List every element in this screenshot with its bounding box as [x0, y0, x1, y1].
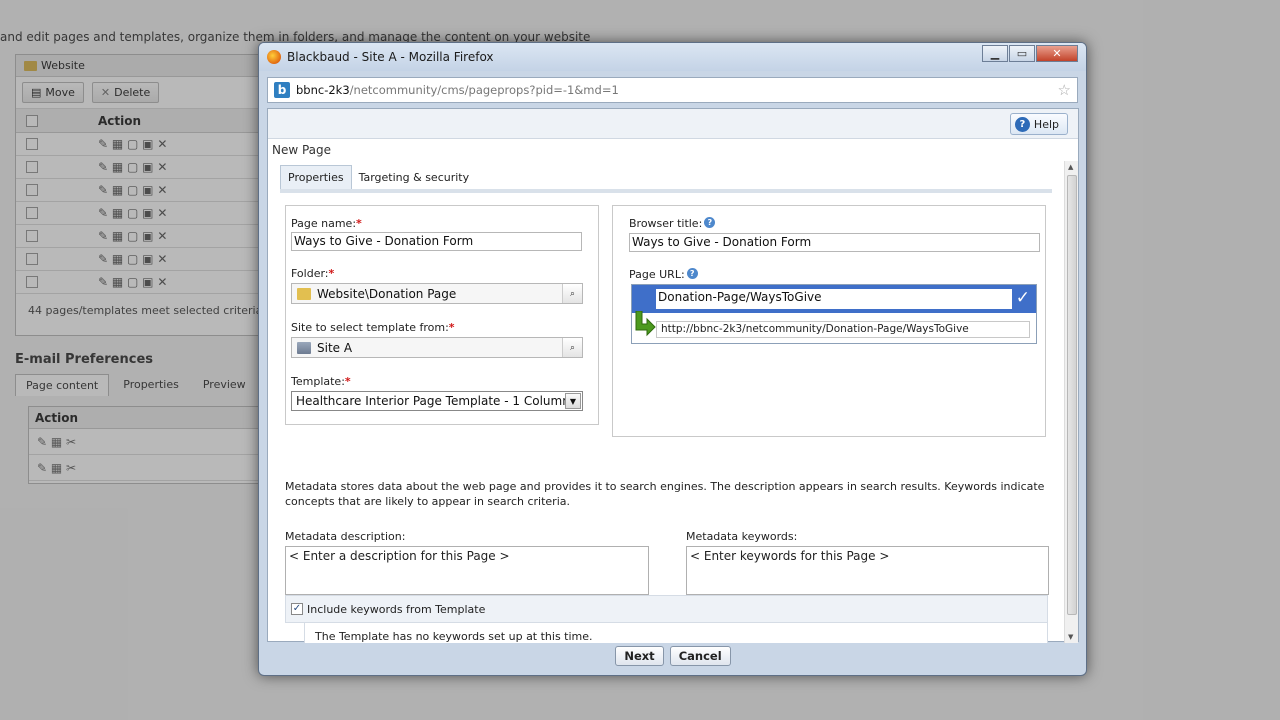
tab-targeting-security[interactable]: Targeting & security — [352, 166, 477, 189]
folder-icon — [297, 287, 311, 300]
template-label: Template:* — [291, 375, 351, 388]
help-icon: ? — [1014, 116, 1030, 132]
template-select[interactable]: Healthcare Interior Page Template - 1 Co… — [291, 391, 583, 411]
include-keywords-label[interactable]: Include keywords from Template — [307, 603, 485, 616]
page-url-section: Browser title:? Ways to Give - Donation … — [612, 205, 1046, 437]
page-title: New Page — [272, 143, 332, 157]
metadata-info-text: Metadata stores data about the web page … — [285, 480, 1045, 508]
window-title: Blackbaud - Site A - Mozilla Firefox — [287, 50, 494, 64]
checkmark-icon[interactable]: ✓ — [1016, 288, 1030, 308]
required-marker: * — [448, 321, 455, 334]
metadata-description-label: Metadata description: — [285, 530, 406, 543]
page-url-editor-bar: Donation-Page/WaysToGive ✓ — [632, 285, 1036, 313]
include-keywords-bar: ✓ Include keywords from Template — [285, 595, 1048, 623]
cancel-button[interactable]: Cancel — [669, 646, 731, 666]
folder-label: Folder:* — [291, 267, 335, 280]
required-marker: * — [356, 217, 362, 230]
page-name-label: Page name:* — [291, 217, 362, 230]
include-keywords-checkbox[interactable]: ✓ — [291, 603, 303, 615]
maximize-button[interactable]: ▭ — [1009, 44, 1035, 62]
url-path: /netcommunity/cms/pageprops?pid=-1&md=1 — [349, 83, 619, 97]
close-button[interactable]: ✕ — [1036, 44, 1078, 62]
metadata-keywords-textarea[interactable]: < Enter keywords for this Page > — [686, 546, 1049, 595]
search-icon[interactable]: ⌕ — [562, 338, 582, 357]
properties-tabs: Properties Targeting & security — [280, 165, 1052, 193]
page-content: ? Help New Page ▲ ▼ Properties Targeting… — [267, 108, 1079, 650]
info-icon[interactable]: ? — [704, 217, 716, 228]
metadata-description-textarea[interactable]: < Enter a description for this Page > — [285, 546, 649, 595]
minimize-button[interactable]: ▁ — [982, 44, 1008, 62]
page-url-preview: http://bbnc-2k3/netcommunity/Donation-Pa… — [656, 321, 1030, 338]
window-controls: ▁ ▭ ✕ — [982, 44, 1078, 62]
site-field[interactable]: Site A ⌕ — [291, 337, 583, 358]
dialog-footer: Next Cancel — [267, 643, 1079, 669]
info-icon[interactable]: ? — [686, 268, 698, 279]
browser-title-input[interactable]: Ways to Give - Donation Form — [629, 233, 1040, 252]
search-icon[interactable]: ⌕ — [562, 284, 582, 303]
page-url-label: Page URL:? — [629, 268, 698, 281]
page-url-editor: Donation-Page/WaysToGive ✓ http://bbnc-2… — [631, 284, 1037, 344]
window-titlebar[interactable]: Blackbaud - Site A - Mozilla Firefox ▁ ▭… — [259, 43, 1086, 71]
vertical-scrollbar[interactable]: ▲ ▼ — [1064, 161, 1078, 643]
arrow-right-icon — [635, 311, 656, 337]
page-name-input[interactable]: Ways to Give - Donation Form — [291, 232, 582, 251]
scroll-up-icon[interactable]: ▲ — [1068, 163, 1073, 171]
site-label: Site to select template from:* — [291, 321, 455, 334]
url-host: bbnc-2k3 — [296, 83, 350, 97]
page-url-input[interactable]: Donation-Page/WaysToGive — [656, 289, 1012, 309]
popup-window: Blackbaud - Site A - Mozilla Firefox ▁ ▭… — [258, 42, 1087, 676]
scroll-down-icon[interactable]: ▼ — [1068, 633, 1073, 641]
required-marker: * — [328, 267, 335, 280]
site-icon — [297, 341, 311, 354]
next-button[interactable]: Next — [615, 646, 664, 666]
firefox-icon — [267, 50, 281, 64]
tab-properties[interactable]: Properties — [280, 165, 352, 189]
site-favicon-icon: b — [274, 82, 290, 98]
address-bar[interactable]: b bbnc-2k3/netcommunity/cms/pageprops?pi… — [267, 77, 1078, 103]
folder-field[interactable]: Website\Donation Page ⌕ — [291, 283, 583, 304]
chevron-down-icon[interactable]: ▼ — [565, 393, 581, 409]
required-marker: * — [344, 375, 351, 388]
help-bar: ? Help — [268, 109, 1078, 139]
metadata-keywords-label: Metadata keywords: — [686, 530, 798, 543]
help-button[interactable]: ? Help — [1009, 113, 1068, 135]
browser-title-label: Browser title:? — [629, 217, 716, 230]
bookmark-star-icon[interactable]: ☆ — [1058, 81, 1071, 99]
scroll-thumb[interactable] — [1067, 175, 1077, 615]
page-properties-section: Page name:* Ways to Give - Donation Form… — [285, 205, 599, 425]
